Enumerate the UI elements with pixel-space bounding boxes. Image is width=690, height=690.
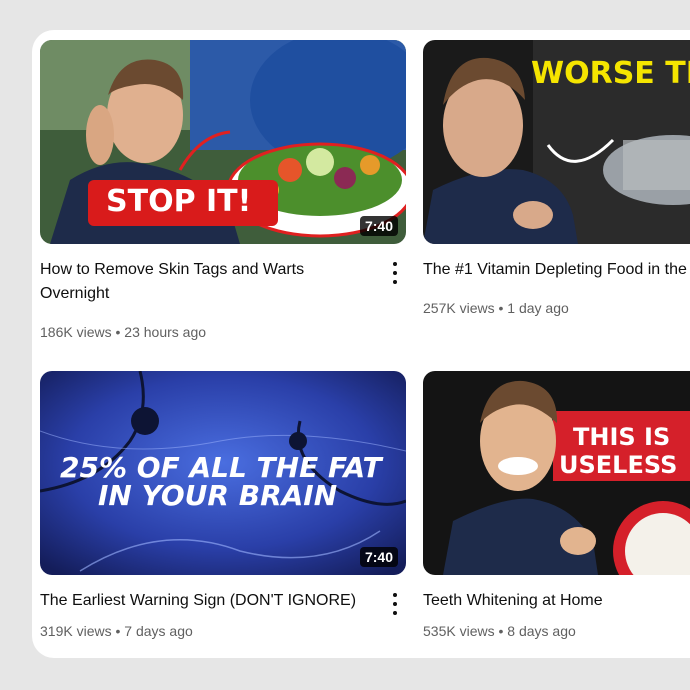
meta-separator: • (498, 623, 504, 639)
upload-age: 7 days ago (124, 623, 193, 639)
upload-age: 8 days ago (507, 623, 576, 639)
upload-age: 23 hours ago (124, 324, 207, 340)
meta-separator: • (115, 324, 121, 340)
view-count: 186K views (40, 324, 112, 340)
view-count: 319K views (40, 623, 112, 639)
video-meta: 319K views • 7 days ago (40, 623, 193, 639)
thumbnail-text-line2: IN YOUR BRAIN (98, 479, 338, 512)
thumbnail-text-line1: THIS IS (573, 423, 671, 451)
view-count: 535K views (423, 623, 495, 639)
more-vert-icon[interactable] (390, 262, 400, 284)
thumbnail-text: WORSE THAN (531, 56, 690, 91)
duration-badge: 7:40 (359, 547, 398, 567)
thumbnail-text: STOP IT! (106, 184, 252, 219)
meta-separator: • (498, 300, 504, 316)
video-thumbnail[interactable]: STOP IT! 7:40 (40, 40, 406, 244)
video-title[interactable]: How to Remove Skin Tags and Warts Overni… (40, 258, 360, 306)
more-vert-icon[interactable] (390, 593, 400, 615)
video-thumbnail[interactable]: 25% OF ALL THE FAT IN YOUR BRAIN 7:40 (40, 371, 406, 575)
thumbnail-text-line2: USELESS (559, 451, 678, 479)
video-grid: STOP IT! 7:40 How to Remove Skin Tags an… (32, 30, 690, 658)
video-meta: 186K views • 23 hours ago (40, 324, 206, 340)
video-meta: 535K views • 8 days ago (423, 623, 576, 639)
video-thumbnail[interactable]: THIS IS USELESS (423, 371, 690, 575)
meta-separator: • (115, 623, 121, 639)
video-title[interactable]: Teeth Whitening at Home (423, 589, 690, 613)
duration-badge: 7:40 (359, 216, 398, 236)
video-title[interactable]: The Earliest Warning Sign (DON'T IGNORE) (40, 589, 440, 613)
video-title[interactable]: The #1 Vitamin Depleting Food in the (423, 258, 690, 282)
video-thumbnail[interactable]: WORSE THAN (423, 40, 690, 244)
upload-age: 1 day ago (507, 300, 569, 316)
view-count: 257K views (423, 300, 495, 316)
video-meta: 257K views • 1 day ago (423, 300, 569, 316)
